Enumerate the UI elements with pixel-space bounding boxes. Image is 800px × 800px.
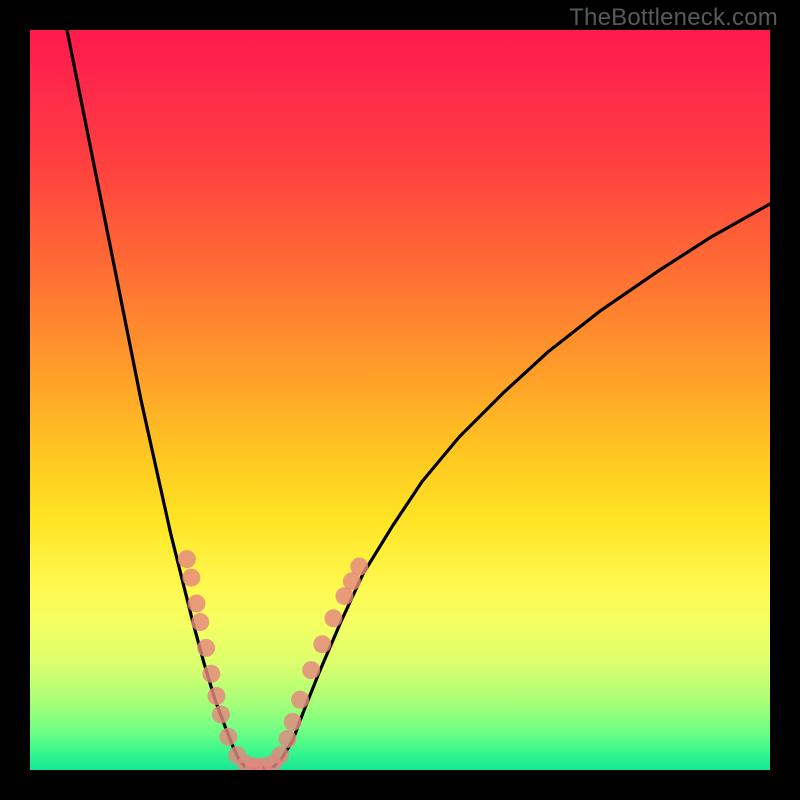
- highlight-dot: [324, 609, 342, 627]
- highlight-dot: [350, 558, 368, 576]
- plot-area: [30, 30, 770, 770]
- highlight-dot: [219, 728, 237, 746]
- highlight-dot: [202, 665, 220, 683]
- highlight-dot: [207, 687, 225, 705]
- highlight-dot: [284, 713, 302, 731]
- highlight-dot: [271, 746, 289, 764]
- highlight-dot: [178, 550, 196, 568]
- highlight-dot: [191, 613, 209, 631]
- highlight-dot: [291, 691, 309, 709]
- highlight-dot: [302, 661, 320, 679]
- highlight-dot: [212, 706, 230, 724]
- highlight-dot: [279, 730, 297, 748]
- highlight-dot: [197, 639, 215, 657]
- bottleneck-curve: [67, 30, 770, 768]
- highlight-dot: [188, 595, 206, 613]
- chart-svg: [30, 30, 770, 770]
- highlight-dot: [182, 569, 200, 587]
- outer-frame: TheBottleneck.com: [0, 0, 800, 800]
- attribution-label: TheBottleneck.com: [569, 4, 778, 32]
- highlight-dot: [313, 635, 331, 653]
